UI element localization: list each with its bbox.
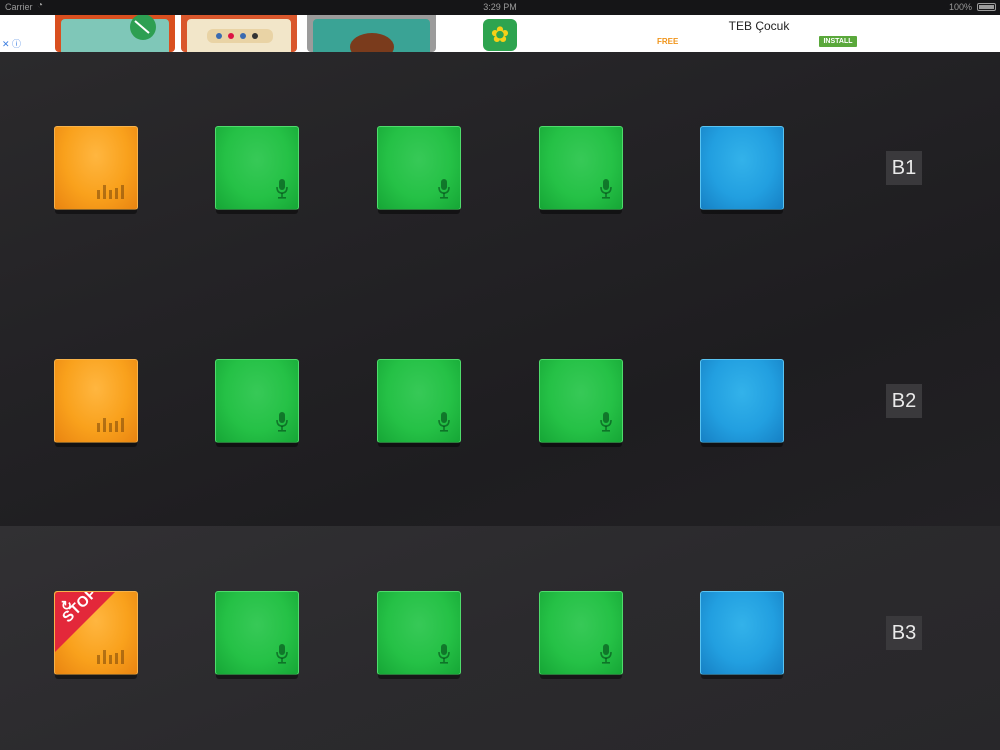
microphone-icon	[275, 178, 289, 200]
equalizer-icon	[97, 414, 127, 432]
pad-b2-1[interactable]	[54, 359, 138, 447]
ad-app-name: TEB Çocuk	[728, 19, 790, 33]
battery-percent: 100%	[948, 2, 972, 12]
ad-price: FREE	[657, 37, 679, 46]
pad-b3-1[interactable]: ↻ STOP	[54, 591, 139, 679]
pad-b1-2[interactable]	[215, 126, 299, 214]
ad-screenshot	[181, 15, 297, 52]
microphone-icon	[437, 178, 451, 200]
row-label-b2[interactable]: B2	[886, 384, 922, 418]
pad-b3-4[interactable]	[539, 591, 623, 679]
pad-b1-4[interactable]	[539, 126, 623, 214]
microphone-icon	[275, 643, 289, 665]
pad-panel-bottom	[0, 526, 1000, 750]
microphone-icon	[275, 411, 289, 433]
battery-icon	[977, 3, 996, 11]
pad-b1-5[interactable]	[700, 126, 784, 214]
equalizer-icon	[97, 181, 127, 199]
pad-b1-1[interactable]	[54, 126, 138, 214]
pad-b2-2[interactable]	[215, 359, 299, 447]
row-label-b1[interactable]: B1	[886, 151, 922, 185]
pad-b2-4[interactable]	[539, 359, 623, 447]
microphone-icon	[437, 643, 451, 665]
ad-app-logo: ✿	[483, 19, 517, 51]
pad-panel-top	[0, 52, 1000, 526]
status-time: 3:29 PM	[483, 2, 517, 12]
pad-b2-5[interactable]	[700, 359, 784, 447]
microphone-icon	[437, 411, 451, 433]
microphone-icon	[599, 178, 613, 200]
microphone-icon	[599, 411, 613, 433]
pad-b2-3[interactable]	[377, 359, 461, 447]
microphone-icon	[599, 643, 613, 665]
row-label-b3[interactable]: B3	[886, 616, 922, 650]
pad-b1-3[interactable]	[377, 126, 461, 214]
ad-close-icon[interactable]: ✕ ⓘ	[2, 39, 21, 49]
ad-install-button[interactable]: INSTALL	[819, 36, 857, 47]
pad-b3-5[interactable]	[700, 591, 784, 679]
ad-screenshot	[55, 15, 175, 52]
stop-badge: ↻ STOP	[55, 592, 139, 676]
pad-b3-3[interactable]	[377, 591, 461, 679]
ad-banner[interactable]: ✕ ⓘ ✿ TEB Çocuk FREE INSTALL	[0, 15, 1000, 52]
pad-b3-2[interactable]	[215, 591, 299, 679]
ad-screenshot	[307, 15, 436, 52]
status-bar: Carrier ◔ 3:29 PM 100%	[0, 0, 1000, 15]
